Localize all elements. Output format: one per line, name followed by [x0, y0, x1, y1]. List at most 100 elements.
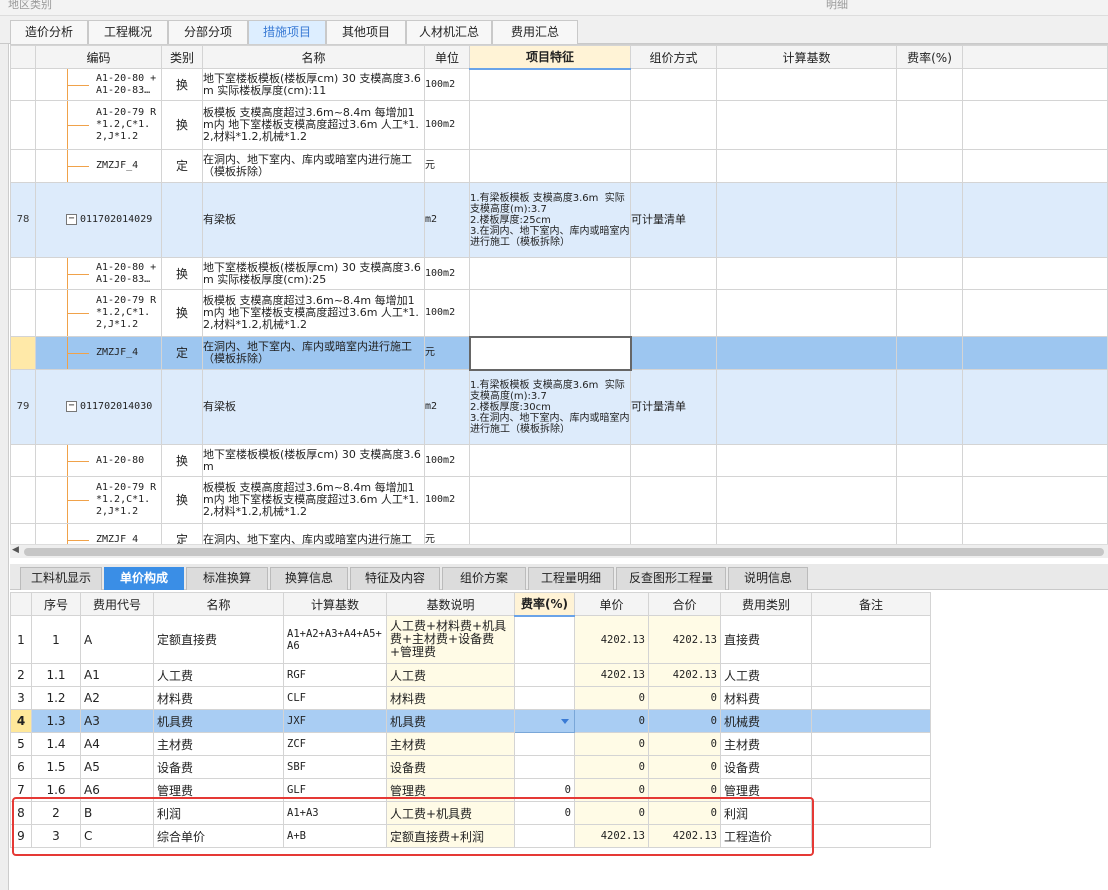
col-base-desc[interactable]: 基数说明	[386, 592, 515, 616]
table-row[interactable]: 7 1.6 A6 管理费 GLF 管理费 0 0 0 管理费	[10, 778, 931, 802]
table-row[interactable]: A1-20-79 R*1.2,C*1.2,J*1.2 换 板模板 支模高度超过3…	[10, 289, 1108, 337]
item-method[interactable]	[630, 257, 717, 290]
col-total[interactable]: 合价	[648, 592, 721, 616]
item-feature[interactable]	[469, 149, 631, 183]
item-method[interactable]	[630, 523, 717, 544]
horizontal-scrollbar[interactable]: ◀	[10, 544, 1108, 558]
tab-standard-conversion[interactable]: 标准换算	[186, 567, 268, 590]
item-method[interactable]	[630, 149, 717, 183]
col-feature[interactable]: 项目特征	[469, 45, 631, 70]
item-unit: 元	[424, 523, 470, 544]
table-row[interactable]: 5 1.4 A4 主材费 ZCF 主材费 0 0 主材费	[10, 732, 931, 756]
table-row[interactable]: 8 2 B 利润 A1+A3 人工费+机具费 0 0 0 利润	[10, 801, 931, 825]
tab-conversion-info[interactable]: 换算信息	[270, 567, 348, 590]
item-code: ZMZJF_4	[96, 347, 139, 358]
table-row[interactable]: A1-20-80 换 地下室楼板模板(楼板厚cm) 30 支模高度3.6m 10…	[10, 444, 1108, 477]
table-row[interactable]: 2 1.1 A1 人工费 RGF 人工费 4202.13 4202.13 人工费	[10, 663, 931, 687]
col-category[interactable]: 类别	[161, 45, 203, 69]
tab-project-overview[interactable]: 工程概况	[88, 20, 168, 44]
tab-features-content[interactable]: 特征及内容	[350, 567, 440, 590]
item-method[interactable]	[630, 476, 717, 524]
list-group-row[interactable]: 79 −011702014030 有梁板 m2 1.有梁板模板 支模高度3.6m…	[10, 369, 1108, 445]
item-feature[interactable]	[469, 68, 631, 101]
item-feature[interactable]	[469, 523, 631, 544]
col-base[interactable]: 计算基数	[716, 45, 897, 69]
scroll-left-icon[interactable]: ◀	[12, 545, 19, 555]
item-method[interactable]: 可计量清单	[630, 182, 717, 258]
table-row[interactable]: A1-20-80 + A1-20-83… 换 地下室楼板模板(楼板厚cm) 30…	[10, 257, 1108, 290]
table-row[interactable]: 1 1 A 定额直接费 A1+A2+A3+A4+A5+A6 人工费+材料费+机具…	[10, 615, 931, 664]
tab-cost-analysis[interactable]: 造价分析	[10, 20, 88, 44]
item-name: 地下室楼板模板(楼板厚cm) 30 支模高度3.6m 实际楼板厚度(cm):25	[202, 257, 425, 290]
item-category: 定	[161, 336, 203, 370]
main-tab-bar: 造价分析 工程概况 分部分项 措施项目 其他项目 人材机汇总 费用汇总	[0, 16, 1108, 44]
item-feature[interactable]: 1.有梁板模板 支模高度3.6m 实际支模高度(m):3.7 2.楼板厚度:30…	[469, 369, 631, 445]
dropdown-arrow-icon[interactable]	[561, 719, 569, 724]
col-fee-code[interactable]: 费用代号	[80, 592, 154, 616]
tab-quantity-detail[interactable]: 工程量明细	[528, 567, 614, 590]
tab-pricing-plan[interactable]: 组价方案	[442, 567, 526, 590]
col-unit-price[interactable]: 单价	[574, 592, 649, 616]
item-feature[interactable]	[469, 476, 631, 524]
item-method[interactable]	[630, 100, 717, 150]
col-fee-name[interactable]: 名称	[153, 592, 284, 616]
grid-header-row: 序号 费用代号 名称 计算基数 基数说明 费率(%) 单价 合价 费用类别 备注	[10, 592, 931, 617]
selected-row[interactable]: 4 1.3 A3 机具费 JXF 机具费 0 0 机械费	[10, 709, 931, 733]
item-feature[interactable]	[469, 289, 631, 337]
selected-row[interactable]: ZMZJF_4 定 在洞内、地下室内、库内或暗室内进行施工（模板拆除） 元	[10, 335, 1108, 371]
feature-edit-cell[interactable]	[468, 335, 632, 371]
table-row[interactable]: A1-20-79 R*1.2,C*1.2,J*1.2 换 板模板 支模高度超过3…	[10, 476, 1108, 524]
tab-labor-material-summary[interactable]: 人材机汇总	[406, 20, 492, 44]
scrollbar-thumb[interactable]	[24, 548, 1104, 556]
item-category	[161, 182, 203, 258]
item-feature[interactable]	[469, 100, 631, 150]
table-row[interactable]: A1-20-79 R*1.2,C*1.2,J*1.2 换 板模板 支模高度超过3…	[10, 100, 1108, 150]
table-row[interactable]: 6 1.5 A5 设备费 SBF 设备费 0 0 设备费	[10, 755, 931, 779]
tab-measure-items[interactable]: 措施项目	[248, 20, 326, 44]
item-method[interactable]	[630, 289, 717, 337]
list-group-row[interactable]: 78 −011702014029 有梁板 m2 1.有梁板模板 支模高度3.6m…	[10, 182, 1108, 258]
item-method[interactable]	[630, 68, 717, 101]
tab-reverse-quantity[interactable]: 反查图形工程量	[616, 567, 726, 590]
tab-other-items[interactable]: 其他项目	[326, 20, 406, 44]
col-method[interactable]: 组价方式	[630, 45, 717, 69]
col-fee-rate[interactable]: 费率(%)	[514, 592, 575, 617]
item-feature[interactable]	[469, 444, 631, 477]
item-category: 换	[161, 289, 203, 337]
item-feature[interactable]	[469, 257, 631, 290]
fee-rate-dropdown[interactable]	[514, 709, 575, 733]
item-code: ZMZJF_4	[96, 160, 139, 171]
table-row[interactable]: 9 3 C 综合单价 A+B 定额直接费+利润 4202.13 4202.13 …	[10, 824, 931, 848]
item-method[interactable]	[630, 336, 717, 370]
table-row[interactable]: ZMZJF_4 定 在洞内、地下室内、库内或暗室内进行施工（模板拆除） 元	[10, 149, 1108, 183]
col-extra	[962, 45, 1108, 69]
item-code: A1-20-79 R*1.2,C*1.2,J*1.2	[96, 482, 157, 517]
col-fee-type[interactable]: 费用类别	[720, 592, 812, 616]
tab-fee-summary[interactable]: 费用汇总	[492, 20, 578, 44]
region-label: 地区类别	[8, 0, 52, 11]
col-remark[interactable]: 备注	[811, 592, 931, 616]
item-method[interactable]	[630, 444, 717, 477]
table-row[interactable]: 3 1.2 A2 材料费 CLF 材料费 0 0 材料费	[10, 686, 931, 710]
collapse-icon[interactable]: −	[66, 214, 77, 225]
col-seq[interactable]: 序号	[31, 592, 81, 616]
col-unit[interactable]: 单位	[424, 45, 470, 69]
tab-unit-price-composition[interactable]: 单价构成	[104, 567, 184, 590]
col-rate[interactable]: 费率(%)	[896, 45, 963, 69]
item-name: 有梁板	[202, 369, 425, 445]
item-name: 板模板 支模高度超过3.6m~8.4m 每增加1m内 地下室楼板支模高度超过3.…	[202, 476, 425, 524]
col-calc-base[interactable]: 计算基数	[283, 592, 387, 616]
table-row[interactable]: ZMZJF_4 定 在洞内、地下室内、库内或暗室内进行施工 元	[10, 523, 1108, 544]
row-number: 78	[10, 182, 36, 258]
tab-notes-info[interactable]: 说明信息	[728, 567, 808, 590]
tab-labor-material-display[interactable]: 工料机显示	[20, 567, 102, 590]
tab-sub-items[interactable]: 分部分项	[168, 20, 248, 44]
col-name[interactable]: 名称	[202, 45, 425, 69]
item-feature[interactable]: 1.有梁板模板 支模高度3.6m 实际支模高度(m):3.7 2.楼板厚度:25…	[469, 182, 631, 258]
detail-label: 明细	[826, 0, 848, 11]
item-code: 011702014030	[80, 401, 153, 412]
collapse-icon[interactable]: −	[66, 401, 77, 412]
item-method[interactable]: 可计量清单	[630, 369, 717, 445]
table-row[interactable]: A1-20-80 + A1-20-83… 换 地下室楼板模板(楼板厚cm) 30…	[10, 68, 1108, 101]
col-code[interactable]: 编码	[35, 45, 162, 69]
